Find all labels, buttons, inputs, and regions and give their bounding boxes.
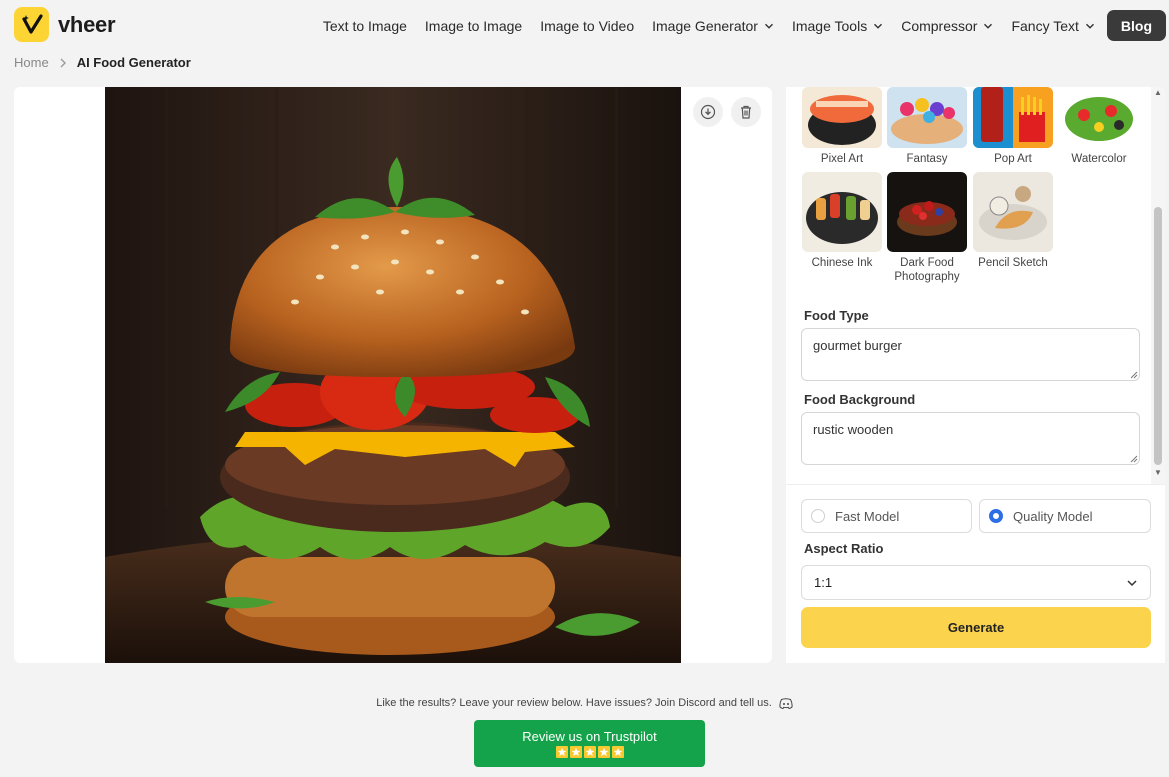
discord-icon[interactable] [779, 697, 793, 709]
food-background-label: Food Background [804, 392, 916, 407]
scroll-up-icon[interactable]: ▲ [1154, 89, 1162, 97]
chevron-down-icon [1127, 579, 1137, 586]
fast-model-label: Fast Model [835, 508, 900, 524]
style-thumbnail [887, 172, 967, 252]
breadcrumb: Home AI Food Generator [14, 55, 191, 70]
style-label: Pop Art [994, 153, 1032, 165]
star-rating [555, 746, 624, 758]
fast-model-option[interactable]: Fast Model [801, 499, 972, 533]
trustpilot-review-button[interactable]: Review us on Trustpilot [474, 720, 705, 767]
result-panel [14, 87, 772, 663]
nav-item-label: Fancy Text [1011, 17, 1079, 34]
food-background-input[interactable] [801, 412, 1140, 465]
style-tile-pixel-art[interactable]: Pixel Art [802, 87, 882, 166]
breadcrumb-current: AI Food Generator [76, 55, 191, 70]
generated-image [105, 87, 681, 663]
style-label: Pencil Sketch [978, 257, 1048, 269]
chevron-down-icon [984, 23, 993, 29]
nav-item-image-generator[interactable]: Image Generator [652, 18, 774, 34]
delete-button[interactable] [731, 97, 761, 127]
nav-item-compressor[interactable]: Compressor [901, 18, 993, 34]
settings-scrollbar[interactable]: ▲ ▼ [1151, 87, 1165, 484]
aspect-ratio-select[interactable]: 1:1 [801, 565, 1151, 600]
style-thumbnail [973, 172, 1053, 252]
chevron-down-icon [764, 23, 773, 29]
style-thumbnail [802, 87, 882, 148]
star-icon [555, 746, 568, 758]
chevron-down-icon [1085, 23, 1094, 29]
style-tile-pop-art[interactable]: Pop Art [973, 87, 1053, 166]
star-icon [597, 746, 610, 758]
scrollbar-thumb[interactable] [1154, 207, 1162, 465]
nav-item-label: Compressor [901, 17, 978, 34]
nav-item-image-tools[interactable]: Image Tools [792, 18, 883, 34]
style-tile-pencil-sketch[interactable]: Pencil Sketch [973, 172, 1053, 270]
resize-handle-icon[interactable] [1130, 455, 1138, 463]
star-icon [611, 746, 624, 758]
nav-item-label: Image to Video [540, 17, 635, 34]
star-icon [569, 746, 582, 758]
logo-text: vheer [58, 11, 116, 37]
radio-selected-icon[interactable] [989, 509, 1003, 523]
style-thumbnail [973, 87, 1053, 148]
aspect-ratio-label: Aspect Ratio [804, 541, 884, 556]
style-label: Dark Food Photography [894, 257, 960, 283]
review-prompt: Like the results? Leave your review belo… [0, 697, 1169, 709]
style-tile-chinese-ink[interactable]: Chinese Ink [802, 172, 882, 270]
nav-item-fancy-text[interactable]: Fancy Text [1011, 18, 1094, 34]
food-type-label: Food Type [804, 308, 869, 323]
settings-panel: Pixel Art Fantasy Pop Art Watercolor Chi… [786, 87, 1165, 663]
style-tile-fantasy[interactable]: Fantasy [887, 87, 967, 166]
resize-handle-icon[interactable] [1130, 371, 1138, 379]
chevron-down-icon [874, 23, 883, 29]
blog-button[interactable]: Blog [1106, 10, 1166, 41]
chevron-right-icon [60, 58, 66, 67]
style-label: Fantasy [906, 153, 948, 165]
radio-unselected-icon[interactable] [811, 509, 825, 523]
food-type-input[interactable] [801, 328, 1140, 381]
aspect-ratio-value: 1:1 [814, 575, 833, 590]
nav-item-image-to-image[interactable]: Image to Image [425, 18, 522, 34]
style-tile-dark-food-photography[interactable]: Dark Food Photography [887, 172, 967, 284]
style-tile-watercolor[interactable]: Watercolor [1059, 87, 1139, 166]
nav-item-label: Image Generator [652, 17, 758, 34]
nav-item-image-to-video[interactable]: Image to Video [540, 18, 634, 34]
logo[interactable]: vheer [14, 7, 116, 42]
nav-item-text-to-image[interactable]: Text to Image [323, 18, 407, 34]
star-icon [583, 746, 596, 758]
trash-icon [741, 105, 751, 119]
style-label: Chinese Ink [811, 257, 873, 269]
top-nav: vheer Text to Image Image to Image Image… [0, 0, 1169, 50]
style-label: Pixel Art [820, 153, 864, 165]
download-button[interactable] [693, 97, 723, 127]
style-thumbnail [1059, 87, 1139, 148]
scroll-down-icon[interactable]: ▼ [1154, 469, 1162, 477]
nav-item-label: Text to Image [322, 17, 407, 34]
nav-item-label: Image to Image [424, 17, 523, 34]
breadcrumb-home[interactable]: Home [14, 55, 49, 70]
review-text: Like the results? Leave your review belo… [376, 697, 772, 709]
generate-button[interactable]: Generate [801, 607, 1151, 648]
style-label: Watercolor [1071, 153, 1127, 165]
nav-item-label: Image Tools [791, 17, 868, 34]
trustpilot-label: Review us on Trustpilot [522, 729, 657, 744]
quality-model-option[interactable]: Quality Model [979, 499, 1151, 533]
style-thumbnail [802, 172, 882, 252]
style-thumbnail [887, 87, 967, 148]
nav-menu: Text to Image Image to Image Image to Vi… [305, 10, 1169, 41]
settings-scroll-area[interactable]: Pixel Art Fantasy Pop Art Watercolor Chi… [786, 87, 1165, 485]
logo-mark-icon [14, 7, 49, 42]
download-icon [700, 104, 716, 120]
quality-model-label: Quality Model [1013, 508, 1093, 524]
